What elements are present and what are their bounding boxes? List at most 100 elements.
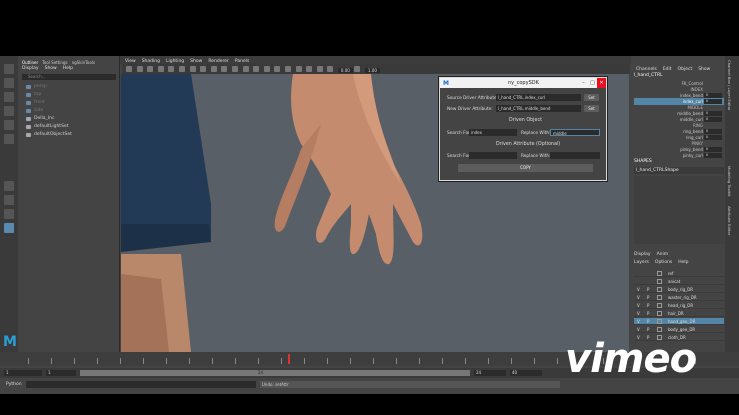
list-item[interactable]: top [24, 91, 118, 99]
tab-anim[interactable]: Anim [657, 252, 669, 257]
select-tool-icon[interactable] [4, 64, 14, 74]
layer-color-swatch[interactable] [657, 271, 662, 276]
tab-ngskintools[interactable]: ngSkinTools [72, 60, 95, 65]
shape-node[interactable]: l_hand_CTRLShape [634, 167, 724, 174]
wireframe-icon[interactable] [200, 66, 207, 72]
list-item[interactable]: front [24, 99, 118, 107]
set-new-button[interactable]: Set [584, 105, 599, 112]
visibility-toggle[interactable]: V [637, 302, 640, 309]
layer-row[interactable]: anicat [634, 278, 724, 285]
layer-color-swatch[interactable] [657, 311, 662, 316]
list-item[interactable]: Della_Inc [24, 115, 118, 123]
isolate-icon[interactable] [274, 66, 281, 72]
bookmark-icon[interactable] [136, 66, 143, 72]
visibility-toggle[interactable]: V [637, 286, 640, 293]
playback-toggle[interactable]: P [647, 318, 649, 325]
list-item[interactable]: defaultLightSet [24, 123, 118, 131]
command-language[interactable]: Python [6, 382, 22, 387]
menu-show[interactable]: Show [698, 67, 710, 72]
maximize-button[interactable]: □ [588, 78, 597, 88]
layer-row[interactable]: V Phair_DR [634, 310, 724, 317]
menu-show[interactable]: Show [45, 66, 57, 71]
layer-color-swatch[interactable] [657, 319, 662, 324]
smooth-shade-icon[interactable] [210, 66, 217, 72]
search-for-field[interactable]: index [469, 129, 517, 136]
xray-icon[interactable] [253, 66, 260, 72]
range-bar[interactable] [80, 370, 470, 376]
motion-blur-icon[interactable] [295, 66, 302, 72]
gamma-icon[interactable] [354, 66, 361, 72]
playback-toggle[interactable]: P [647, 286, 649, 293]
list-item[interactable]: defaultObjectSet [24, 131, 118, 139]
resolution-gate-icon[interactable] [178, 66, 185, 72]
layer-row[interactable]: ref [634, 270, 724, 277]
textured-icon[interactable] [221, 66, 228, 72]
search-for-attr-field[interactable] [469, 152, 517, 159]
visibility-toggle[interactable]: V [637, 318, 640, 325]
minimize-button[interactable]: – [579, 78, 588, 88]
list-item[interactable]: side [24, 107, 118, 115]
node-name[interactable]: l_hand_CTRL [634, 73, 663, 78]
end-time-field[interactable]: 40 [510, 370, 542, 376]
single-view-icon[interactable] [4, 181, 14, 191]
rotate-tool-icon[interactable] [4, 120, 14, 130]
current-time-marker[interactable] [288, 354, 290, 364]
layer-row[interactable]: V Pwaster_rig_DR [634, 294, 724, 301]
menu-object[interactable]: Object [678, 67, 693, 72]
tab-outliner[interactable]: Outliner [22, 60, 38, 65]
layer-row[interactable]: V Phand_geo_DR [634, 318, 724, 325]
scale-tool-icon[interactable] [4, 134, 14, 144]
lights-icon[interactable] [231, 66, 238, 72]
gate-mask-icon[interactable] [189, 66, 196, 72]
visibility-toggle[interactable]: V [637, 294, 640, 301]
antialias-icon[interactable] [306, 66, 313, 72]
menu-channels[interactable]: Channels [636, 67, 657, 72]
playback-toggle[interactable]: P [647, 326, 649, 333]
depth-icon[interactable] [316, 66, 323, 72]
grid-icon[interactable] [157, 66, 164, 72]
source-driver-field[interactable]: l_hand_CTRL.index_curl [496, 94, 581, 101]
four-view-icon[interactable] [4, 195, 14, 205]
playback-end-field[interactable]: 24 [474, 370, 506, 376]
tab-display[interactable]: Display [634, 252, 651, 257]
tab-attribute-editor[interactable]: Attribute Editor [727, 206, 732, 235]
channel-attribute-row[interactable]: pinky_curl 0 [634, 152, 724, 159]
paint-select-icon[interactable] [4, 92, 14, 102]
menu-edit[interactable]: Edit [663, 67, 672, 72]
outliner-search-input[interactable]: Search... [22, 74, 116, 80]
exposure-icon[interactable] [327, 66, 334, 72]
replace-with-field[interactable]: middle [550, 129, 600, 136]
exposure-field[interactable]: 0.00 [337, 68, 353, 73]
playback-toggle[interactable]: P [647, 310, 649, 317]
copy-button[interactable]: COPY [458, 164, 593, 172]
list-item[interactable]: persp [24, 83, 118, 91]
layer-color-swatch[interactable] [657, 327, 662, 332]
lasso-tool-icon[interactable] [4, 78, 14, 88]
shadows-icon[interactable] [242, 66, 249, 72]
ssao-icon[interactable] [284, 66, 291, 72]
layer-color-swatch[interactable] [657, 279, 662, 284]
attribute-value[interactable]: 0 [704, 153, 722, 158]
dialog-titlebar[interactable]: M ny_copySDK – □ ✕ [440, 78, 606, 88]
new-driver-field[interactable]: l_hand_CTRL.middle_bend [496, 105, 581, 112]
tab-tool-settings[interactable]: Tool Settings [42, 60, 67, 65]
start-time-field[interactable]: 1 [4, 370, 42, 376]
layer-row[interactable]: V Pbody_rig_DR [634, 286, 724, 293]
xray-joints-icon[interactable] [263, 66, 270, 72]
tab-channel-box[interactable]: Channel Box / Layer Editor [727, 60, 732, 111]
film-gate-icon[interactable] [168, 66, 175, 72]
layer-color-swatch[interactable] [657, 303, 662, 308]
layer-color-swatch[interactable] [657, 287, 662, 292]
camera-icon[interactable] [126, 66, 132, 72]
menu-layers[interactable]: Layers [634, 260, 649, 265]
side-by-side-icon[interactable] [4, 209, 14, 219]
visibility-toggle[interactable]: V [637, 310, 640, 317]
set-source-button[interactable]: Set [584, 94, 599, 101]
playback-toggle[interactable]: P [647, 294, 649, 301]
layer-row[interactable]: V Phead_rig_DR [634, 302, 724, 309]
menu-options[interactable]: Options [655, 260, 672, 265]
layer-row[interactable]: V Pbody_geo_DR [634, 326, 724, 333]
replace-with-attr-field[interactable] [550, 152, 600, 159]
move-tool-icon[interactable] [4, 106, 14, 116]
outliner-layout-icon[interactable] [4, 223, 14, 233]
